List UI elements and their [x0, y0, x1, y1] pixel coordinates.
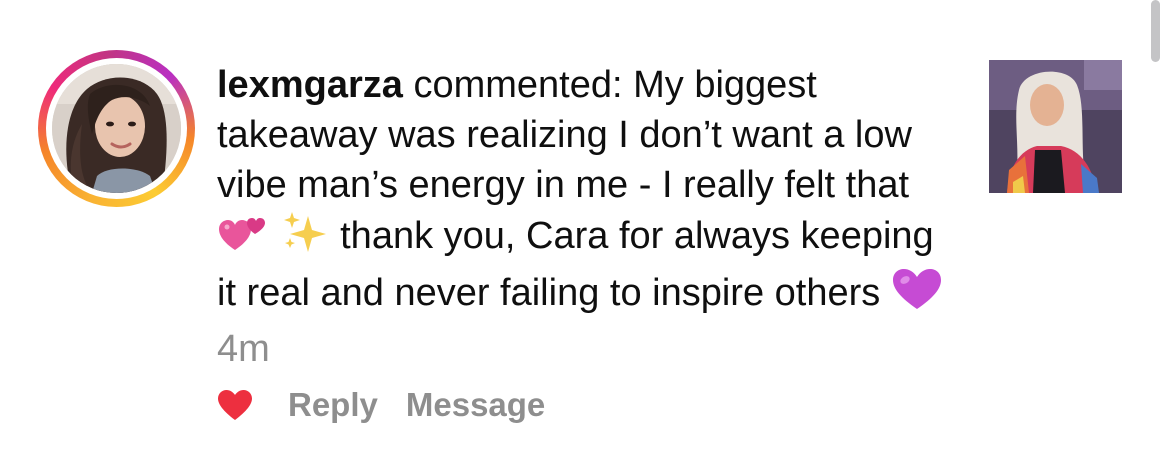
heart-icon — [218, 390, 252, 420]
comment-timestamp: 4m — [217, 328, 270, 370]
commenter-username[interactable]: lexmgarza — [217, 64, 403, 106]
avatar — [52, 64, 181, 193]
commenter-avatar-story-ring[interactable] — [38, 50, 195, 207]
purple-heart-icon — [891, 267, 943, 324]
comment-verb: commented: — [413, 64, 623, 106]
like-button[interactable] — [216, 387, 254, 423]
comment-text: lexmgarza commented: My biggest takeaway… — [217, 60, 952, 374]
comment-actions: Reply Message — [216, 380, 545, 430]
post-thumbnail[interactable] — [989, 60, 1122, 193]
reply-button[interactable]: Reply — [288, 386, 378, 424]
message-button[interactable]: Message — [406, 386, 545, 424]
scrollbar-thumb[interactable] — [1151, 0, 1160, 62]
two-hearts-emoji-svg — [219, 218, 265, 250]
purple-heart-emoji-svg — [892, 269, 941, 309]
sparkles-emoji-svg — [283, 212, 326, 252]
two-hearts-icon — [217, 214, 269, 267]
activity-comment-notification: lexmgarza commented: My biggest takeaway… — [0, 0, 1170, 455]
sparkles-icon — [280, 210, 330, 267]
